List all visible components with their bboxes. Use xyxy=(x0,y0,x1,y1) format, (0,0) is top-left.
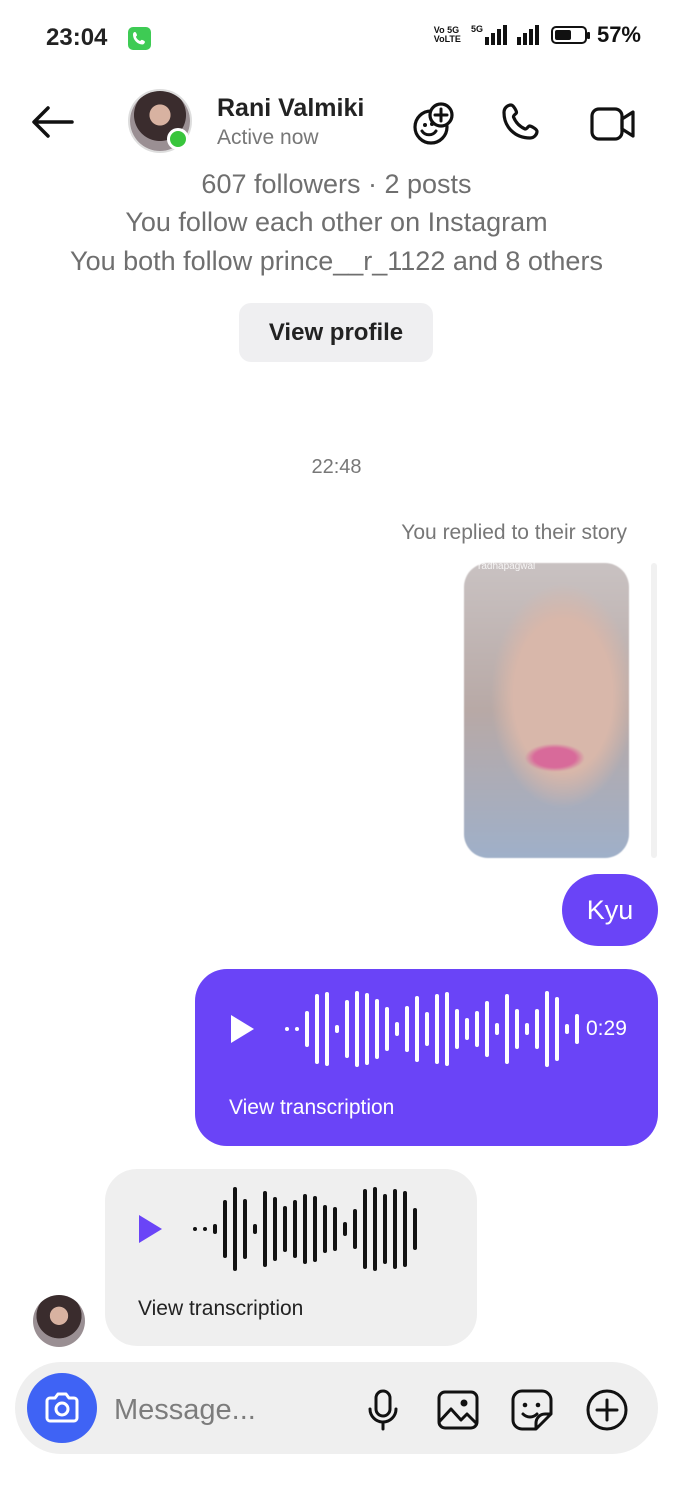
sent-message-bubble[interactable]: Kyu xyxy=(562,874,658,946)
received-voice-message[interactable]: View transcription xyxy=(105,1169,477,1346)
waveform-bar xyxy=(313,1196,317,1262)
camera-button[interactable] xyxy=(27,1373,97,1443)
waveform-bar xyxy=(315,994,319,1064)
waveform-bar xyxy=(515,1009,519,1049)
story-reply-label: You replied to their story xyxy=(401,521,627,544)
view-profile-button[interactable]: View profile xyxy=(239,303,433,362)
back-arrow-icon[interactable] xyxy=(30,104,76,145)
message-timestamp: 22:48 xyxy=(311,456,362,478)
waveform-bar xyxy=(575,1014,579,1044)
waveform-bar xyxy=(393,1189,397,1269)
microphone-icon[interactable] xyxy=(363,1388,403,1437)
waveform-bar xyxy=(283,1206,287,1252)
battery-icon xyxy=(550,26,590,44)
network-label: Vo 5G VoLTE xyxy=(433,25,461,44)
story-reply-bar xyxy=(651,563,657,858)
waveform-bar xyxy=(465,1018,469,1040)
mutual-followers-text[interactable]: You both follow prince__r_1122 and 8 oth… xyxy=(0,246,673,277)
online-indicator xyxy=(167,128,189,150)
waveform-bar xyxy=(395,1022,399,1036)
status-time: 23:04 xyxy=(46,24,108,51)
contact-name[interactable]: Rani Valmiki xyxy=(217,94,364,123)
waveform-bar xyxy=(345,1000,349,1058)
waveform-bar xyxy=(295,1027,299,1031)
waveform-bar xyxy=(565,1024,569,1034)
waveform-bar xyxy=(505,994,509,1064)
sender-avatar[interactable] xyxy=(33,1295,85,1347)
waveform-bar xyxy=(475,1011,479,1047)
waveform-bar xyxy=(303,1194,307,1264)
phone-icon[interactable] xyxy=(499,100,547,153)
waveform-bar xyxy=(525,1023,529,1035)
waveform-bar xyxy=(495,1023,499,1035)
active-status: Active now xyxy=(217,126,319,149)
play-icon[interactable] xyxy=(229,1014,255,1049)
waveform-bar xyxy=(335,1025,339,1033)
status-icons: Vo 5G VoLTE 5G 57% xyxy=(434,22,641,48)
waveform xyxy=(285,989,579,1069)
camera-icon xyxy=(45,1392,79,1423)
waveform-bar xyxy=(425,1012,429,1046)
waveform-bar xyxy=(203,1227,207,1231)
view-transcription-link[interactable]: View transcription xyxy=(138,1297,303,1321)
waveform-bar xyxy=(373,1187,377,1271)
waveform-bar xyxy=(285,1027,289,1031)
waveform-bar xyxy=(333,1207,337,1251)
add-emoji-icon[interactable] xyxy=(410,100,458,153)
waveform-bar xyxy=(193,1227,197,1231)
waveform-bar xyxy=(545,991,549,1067)
waveform-bar xyxy=(355,991,359,1067)
waveform-bar xyxy=(273,1197,277,1261)
signal-icon xyxy=(516,25,539,45)
waveform-bar xyxy=(343,1222,347,1236)
waveform-bar xyxy=(365,993,369,1065)
waveform-bar xyxy=(415,996,419,1062)
voice-duration: 0:29 xyxy=(586,1017,627,1040)
waveform-bar xyxy=(363,1189,367,1269)
sent-message-text: Kyu xyxy=(586,894,634,925)
waveform-bar xyxy=(375,999,379,1059)
waveform-bar xyxy=(253,1224,257,1234)
plus-icon[interactable] xyxy=(585,1388,629,1437)
sticker-icon[interactable] xyxy=(510,1388,554,1437)
story-username: radhapagwal xyxy=(478,561,536,572)
waveform-bar xyxy=(293,1200,297,1258)
waveform-bar xyxy=(263,1191,267,1267)
waveform-bar xyxy=(403,1191,407,1267)
waveform xyxy=(193,1187,417,1271)
profile-stats: 607 followers · 2 posts xyxy=(201,169,472,199)
waveform-bar xyxy=(445,992,449,1066)
waveform-bar xyxy=(385,1007,389,1051)
waveform-bar xyxy=(353,1209,357,1249)
waveform-bar xyxy=(223,1200,227,1258)
waveform-bar xyxy=(305,1011,309,1047)
play-icon[interactable] xyxy=(137,1214,163,1249)
waveform-bar xyxy=(435,994,439,1064)
gallery-icon[interactable] xyxy=(436,1388,480,1437)
waveform-bar xyxy=(243,1199,247,1259)
waveform-bar xyxy=(405,1006,409,1052)
waveform-bar xyxy=(325,992,329,1066)
waveform-bar xyxy=(535,1009,539,1049)
sent-voice-message[interactable]: 0:29 View transcription xyxy=(195,969,658,1146)
call-indicator-icon xyxy=(128,27,151,50)
waveform-bar xyxy=(213,1224,217,1234)
signal-5g-icon: 5G xyxy=(471,25,507,45)
waveform-bar xyxy=(383,1194,387,1264)
video-call-icon[interactable] xyxy=(588,100,638,153)
story-thumbnail[interactable] xyxy=(464,563,629,858)
waveform-bar xyxy=(485,1001,489,1057)
message-input[interactable] xyxy=(112,1386,346,1434)
waveform-bar xyxy=(323,1205,327,1253)
battery-percent: 57% xyxy=(596,22,641,47)
waveform-bar xyxy=(233,1187,237,1271)
waveform-bar xyxy=(455,1009,459,1049)
mutual-follow-text: You follow each other on Instagram xyxy=(125,207,548,237)
waveform-bar xyxy=(413,1208,417,1250)
waveform-bar xyxy=(555,997,559,1061)
view-transcription-link[interactable]: View transcription xyxy=(229,1096,394,1120)
